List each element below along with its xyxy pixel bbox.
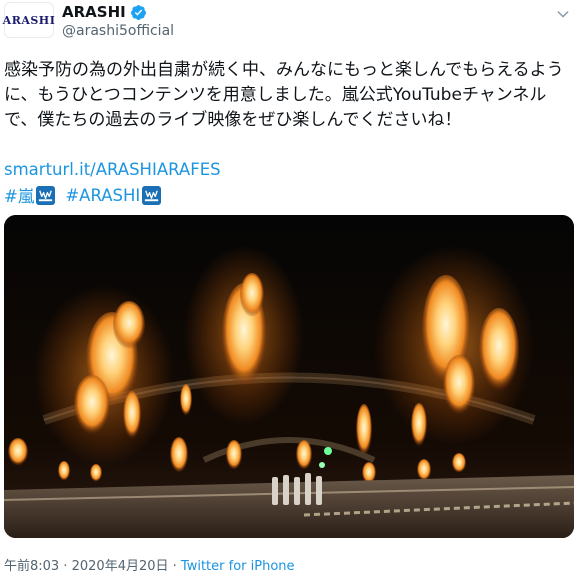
tweet-text: 感染予防の為の外出自粛が続く中、みんなにもっと楽しんでもらえるように、もうひとつ… [4, 60, 564, 130]
concert-photo [4, 215, 574, 538]
user-handle[interactable]: @arashi5official [62, 23, 174, 39]
hashtag-label: #嵐 [4, 187, 35, 206]
hashtag-row: #嵐 #ARASHI [4, 183, 162, 207]
tweet-link[interactable]: smarturl.it/ARASHIARAFES [4, 160, 221, 179]
avatar-logo-text: ARASHI [2, 13, 56, 27]
tweet-media-image[interactable] [4, 215, 574, 538]
tweet-source[interactable]: Twitter for iPhone [181, 559, 295, 574]
arashi-hashflag-icon [36, 185, 56, 205]
hashtag-arashi[interactable]: #ARASHI [65, 185, 162, 205]
author-name-row: ARASHI [62, 3, 147, 21]
hashtag-arashi-kanji[interactable]: #嵐 [4, 183, 56, 207]
tweet-date[interactable]: 2020年4月20日 [72, 559, 169, 574]
meta-separator: · [59, 559, 72, 574]
avatar[interactable]: ARASHI [2, 2, 56, 38]
chevron-down-icon[interactable] [555, 6, 571, 22]
tweet-meta: 午前8:03 · 2020年4月20日 · Twitter for iPhone [4, 555, 295, 574]
tweet-time[interactable]: 午前8:03 [4, 559, 59, 574]
meta-separator: · [168, 559, 181, 574]
arashi-hashflag-icon [142, 185, 162, 205]
verified-badge-icon [130, 4, 146, 20]
display-name[interactable]: ARASHI [62, 3, 126, 21]
hashtag-label: #ARASHI [65, 185, 141, 205]
